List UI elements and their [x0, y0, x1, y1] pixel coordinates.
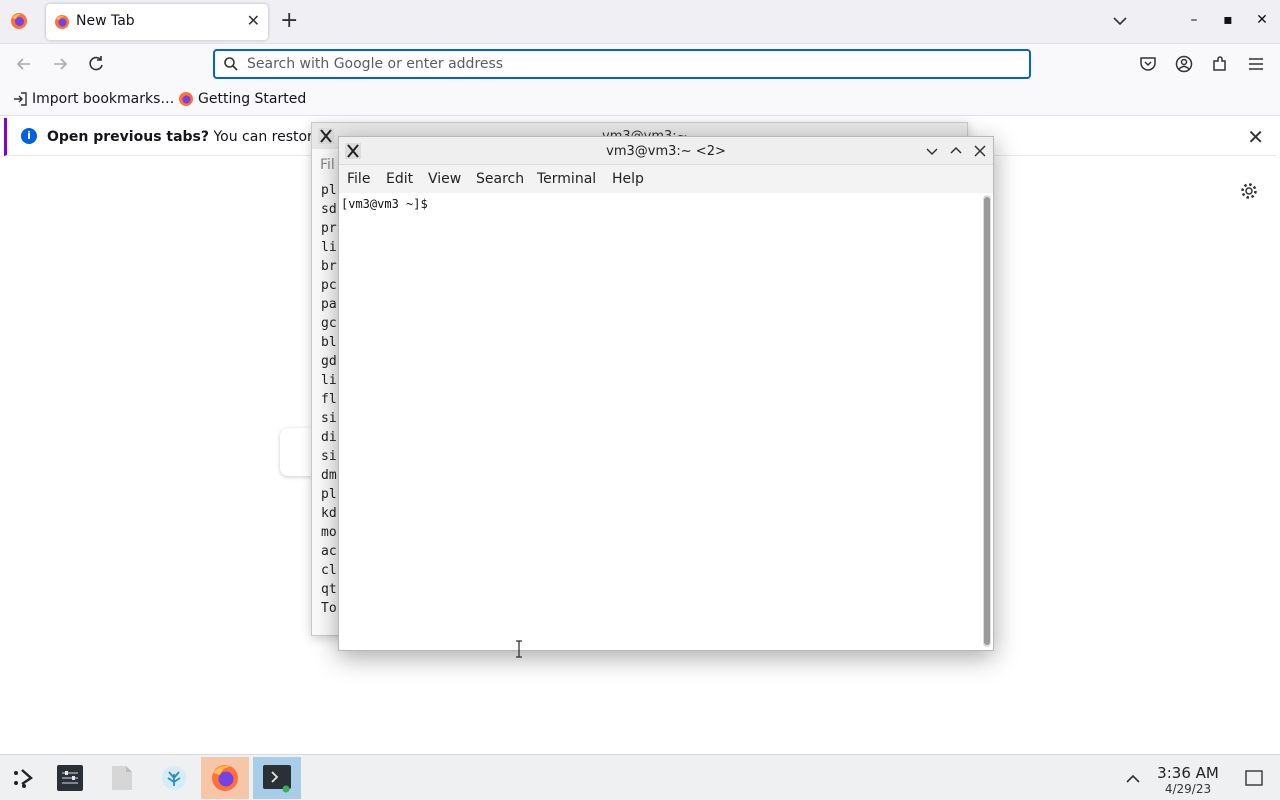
bg-terminal-line: qt: [321, 582, 337, 597]
bg-terminal-line: mo: [321, 525, 337, 540]
terminal-menubar: File Edit View Search Terminal Help: [339, 165, 993, 193]
new-tab-button[interactable]: +: [280, 10, 298, 32]
firefox-icon: [212, 765, 238, 791]
discover-icon: [162, 766, 186, 790]
bookmark-import[interactable]: Import bookmarks…: [12, 91, 174, 107]
terminal-window[interactable]: vm3@vm3:~ <2> File Edit View Search Term…: [338, 136, 994, 651]
info-icon: i: [21, 128, 37, 144]
minimize-button[interactable]: –: [1184, 12, 1204, 32]
import-icon: [14, 92, 27, 106]
bg-terminal-line: sd: [321, 202, 337, 217]
url-bar[interactable]: [213, 49, 1031, 79]
account-icon[interactable]: [1174, 54, 1194, 74]
back-icon[interactable]: [14, 54, 34, 74]
shell-prompt: [vm3@vm3 ~]$: [341, 197, 428, 211]
close-window-button[interactable]: ✕: [1252, 12, 1272, 32]
search-icon: [224, 57, 238, 71]
bg-terminal-line: pl: [321, 487, 337, 502]
notification-text: Open previous tabs? You can restore you: [47, 129, 352, 145]
navigation-toolbar: [0, 44, 1280, 84]
x-app-icon: [318, 128, 334, 144]
reload-icon[interactable]: [86, 54, 106, 74]
terminal-titlebar[interactable]: vm3@vm3:~ <2>: [339, 137, 993, 165]
menu-view[interactable]: View: [428, 171, 461, 187]
close-icon[interactable]: [971, 142, 989, 160]
bookmark-label: Import bookmarks…: [32, 91, 175, 107]
firefox-menu-icon[interactable]: [10, 12, 28, 30]
bg-terminal-line: li: [321, 373, 337, 388]
bg-terminal-output: pl sd pr li br pc pa gc bl gd li fl si di si dm pl kd mo ac…: [321, 181, 337, 618]
menu-search[interactable]: Search: [476, 171, 524, 187]
files-icon: [112, 766, 132, 790]
terminal-content[interactable]: [vm3@vm3 ~]$: [339, 193, 981, 650]
bg-terminal-line: pr: [321, 221, 337, 236]
clock-time: 3:36 AM: [1157, 764, 1219, 782]
menu-file[interactable]: File: [347, 171, 370, 187]
settings-taskbar-button[interactable]: [46, 757, 94, 799]
text-cursor-icon: [516, 640, 522, 658]
firefox-taskbar-button[interactable]: [201, 757, 249, 799]
taskbar: 3:36 AM 4/29/23: [0, 754, 1280, 800]
bg-terminal-line: dm: [321, 468, 337, 483]
menu-edit[interactable]: Edit: [386, 171, 413, 187]
bookmark-getting-started[interactable]: Getting Started: [178, 91, 306, 107]
bookmark-label: Getting Started: [198, 91, 307, 107]
bg-terminal-line: si: [321, 411, 337, 426]
firefox-icon: [179, 92, 193, 106]
terminal-taskbar-button[interactable]: [253, 757, 301, 799]
clock-date: 4/29/23: [1164, 782, 1212, 796]
tab-close-icon[interactable]: ✕: [247, 11, 260, 31]
files-taskbar-button[interactable]: [98, 757, 146, 799]
menu-terminal[interactable]: Terminal: [537, 171, 596, 187]
pocket-icon[interactable]: [1138, 54, 1158, 74]
discover-taskbar-button[interactable]: [150, 757, 198, 799]
bg-terminal-line: br: [321, 259, 337, 274]
close-notification-icon[interactable]: ✕: [1247, 125, 1264, 149]
forward-icon[interactable]: [50, 54, 70, 74]
bg-terminal-menu[interactable]: Fil: [320, 157, 335, 173]
app-launcher-button[interactable]: [0, 757, 48, 799]
bg-terminal-line: gd: [321, 354, 337, 369]
menu-help[interactable]: Help: [612, 171, 644, 187]
scrollbar-thumb[interactable]: [984, 197, 990, 645]
list-all-tabs-icon[interactable]: [1112, 13, 1128, 29]
bg-terminal-line: di: [321, 430, 337, 445]
bookmarks-toolbar: Import bookmarks… Getting Started: [0, 84, 1280, 116]
minimize-icon[interactable]: [923, 142, 941, 160]
bg-terminal-line: gc: [321, 316, 337, 331]
bg-terminal-line: fl: [321, 392, 337, 407]
bg-terminal-line: pa: [321, 297, 337, 312]
bg-terminal-line: pl: [321, 183, 337, 198]
bg-terminal-line: ac: [321, 544, 337, 559]
bg-terminal-line: si: [321, 449, 337, 464]
bg-terminal-line: To: [321, 601, 337, 616]
app-launcher-icon: [14, 769, 33, 788]
tab-title: New Tab: [76, 13, 135, 29]
maximize-button[interactable]: ▪: [1218, 12, 1238, 32]
bg-terminal-line: kd: [321, 506, 337, 521]
bg-terminal-line: li: [321, 240, 337, 255]
bg-terminal-line: pc: [321, 278, 337, 293]
clock[interactable]: 3:36 AM 4/29/23: [1152, 764, 1224, 797]
system-tray-expand-icon[interactable]: [1124, 770, 1142, 788]
firefox-icon: [55, 15, 69, 29]
terminal-icon: [263, 765, 291, 793]
tab-bar: New Tab ✕ + – ▪ ✕: [0, 0, 1280, 44]
tab-new-tab[interactable]: New Tab ✕: [46, 4, 268, 40]
gear-icon[interactable]: [1240, 182, 1258, 200]
bg-terminal-line: bl: [321, 335, 337, 350]
bg-terminal-line: cl: [321, 563, 337, 578]
hamburger-menu-icon[interactable]: [1246, 54, 1266, 74]
terminal-title: vm3@vm3:~ <2>: [606, 144, 726, 159]
extensions-icon[interactable]: [1210, 54, 1230, 74]
url-input[interactable]: [247, 54, 1007, 74]
settings-icon: [57, 765, 83, 791]
maximize-icon[interactable]: [947, 142, 965, 160]
show-desktop-icon[interactable]: [1244, 769, 1264, 787]
